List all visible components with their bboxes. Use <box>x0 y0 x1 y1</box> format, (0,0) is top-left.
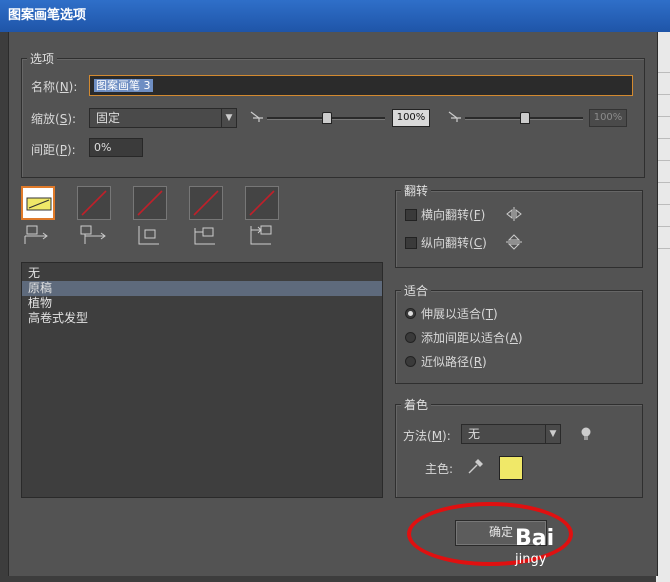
spacing-label: 间距(P): <box>31 143 76 157</box>
inner-corner-tile-icon <box>138 226 159 245</box>
method-select[interactable]: 无 ▼ <box>461 424 561 444</box>
colorization-legend: 着色 <box>401 396 432 413</box>
strip-line <box>656 160 670 161</box>
lightbulb-tips-icon[interactable] <box>579 426 593 442</box>
empty-tile-icon <box>249 190 275 216</box>
empty-tile-icon <box>137 190 163 216</box>
fit-legend: 适合 <box>401 282 432 299</box>
name-label: 名称(N): <box>31 80 78 94</box>
fit-stretch-radio[interactable] <box>405 308 416 319</box>
key-color-swatch[interactable] <box>499 456 523 480</box>
scale-select-value: 固定 <box>96 111 121 125</box>
flip-vertical-checkbox[interactable] <box>405 237 417 249</box>
list-item[interactable]: 高卷式发型 <box>22 311 382 326</box>
scale-label: 缩放(S): <box>31 112 77 126</box>
list-item[interactable]: 植物 <box>22 296 382 311</box>
fit-add-space-label: 添加间距以适合(A) <box>421 331 523 345</box>
pattern-brush-options-dialog: 选项 名称(N): 图案画笔 3 缩放(S): 固定 ▼ 100% 100% 间距… <box>8 32 658 576</box>
strip-line <box>656 94 670 95</box>
fit-stretch-label: 伸展以适合(T) <box>421 307 498 321</box>
strip-line <box>656 204 670 205</box>
flip-group <box>395 190 643 268</box>
end-tile-icon <box>250 225 272 245</box>
dialog-title-bar: 图案画笔选项 <box>0 0 670 32</box>
tile-outer-corner[interactable] <box>77 186 111 220</box>
method-label: 方法(M): <box>403 429 451 443</box>
flip-vertical-icon <box>506 234 522 250</box>
scale-value-field[interactable]: 100% <box>392 109 430 127</box>
fit-approximate-radio[interactable] <box>405 356 416 367</box>
scale-slider-thumb[interactable] <box>322 112 332 124</box>
dialog-title: 图案画笔选项 <box>8 8 87 23</box>
side-tile-preview-icon <box>26 197 52 211</box>
scale-small-icon <box>250 111 263 122</box>
flip-legend: 翻转 <box>401 182 432 199</box>
strip-line <box>656 226 670 227</box>
side-tile-icon <box>24 225 48 244</box>
list-item[interactable]: 无 <box>22 266 382 281</box>
empty-tile-icon <box>81 190 107 216</box>
fit-add-space-radio[interactable] <box>405 332 416 343</box>
name-input[interactable]: 图案画笔 3 <box>89 75 633 96</box>
empty-tile-icon <box>193 190 219 216</box>
variation-value-field: 100% <box>589 109 627 127</box>
colorization-group <box>395 404 643 498</box>
tile-inner-corner[interactable] <box>133 186 167 220</box>
strip-line <box>656 138 670 139</box>
watermark-brand: Bai <box>515 526 555 551</box>
tile-end[interactable] <box>245 186 279 220</box>
fit-approximate-label: 近似路径(R) <box>421 355 487 369</box>
name-value: 图案画笔 3 <box>94 79 153 92</box>
spacing-input[interactable]: 0% <box>89 138 143 157</box>
strip-line <box>656 116 670 117</box>
list-item[interactable]: 原稿 <box>22 281 382 296</box>
flip-horizontal-label: 横向翻转(F) <box>421 208 486 222</box>
tile-start[interactable] <box>189 186 223 220</box>
strip-line <box>656 248 670 249</box>
eyedropper-icon[interactable] <box>467 459 483 475</box>
watermark-sub: jingy <box>515 552 547 567</box>
flip-horizontal-icon <box>506 207 522 221</box>
tile-side[interactable] <box>21 186 55 220</box>
variation-slider-thumb[interactable] <box>520 112 530 124</box>
scale-select[interactable]: 固定 ▼ <box>89 108 237 128</box>
options-legend: 选项 <box>27 50 58 67</box>
flip-horizontal-checkbox[interactable] <box>405 209 417 221</box>
key-color-label: 主色: <box>425 462 454 476</box>
pattern-list[interactable]: 无 原稿 植物 高卷式发型 <box>21 262 383 498</box>
background-app-strip <box>656 32 670 582</box>
start-tile-icon <box>194 227 215 245</box>
scale-variation-icon <box>448 111 461 122</box>
flip-vertical-label: 纵向翻转(C) <box>421 236 487 250</box>
strip-line <box>656 72 670 73</box>
strip-line <box>656 182 670 183</box>
chevron-down-icon: ▼ <box>545 425 560 443</box>
outer-corner-tile-icon <box>80 225 106 244</box>
chevron-down-icon: ▼ <box>221 109 236 127</box>
method-select-value: 无 <box>468 427 481 441</box>
